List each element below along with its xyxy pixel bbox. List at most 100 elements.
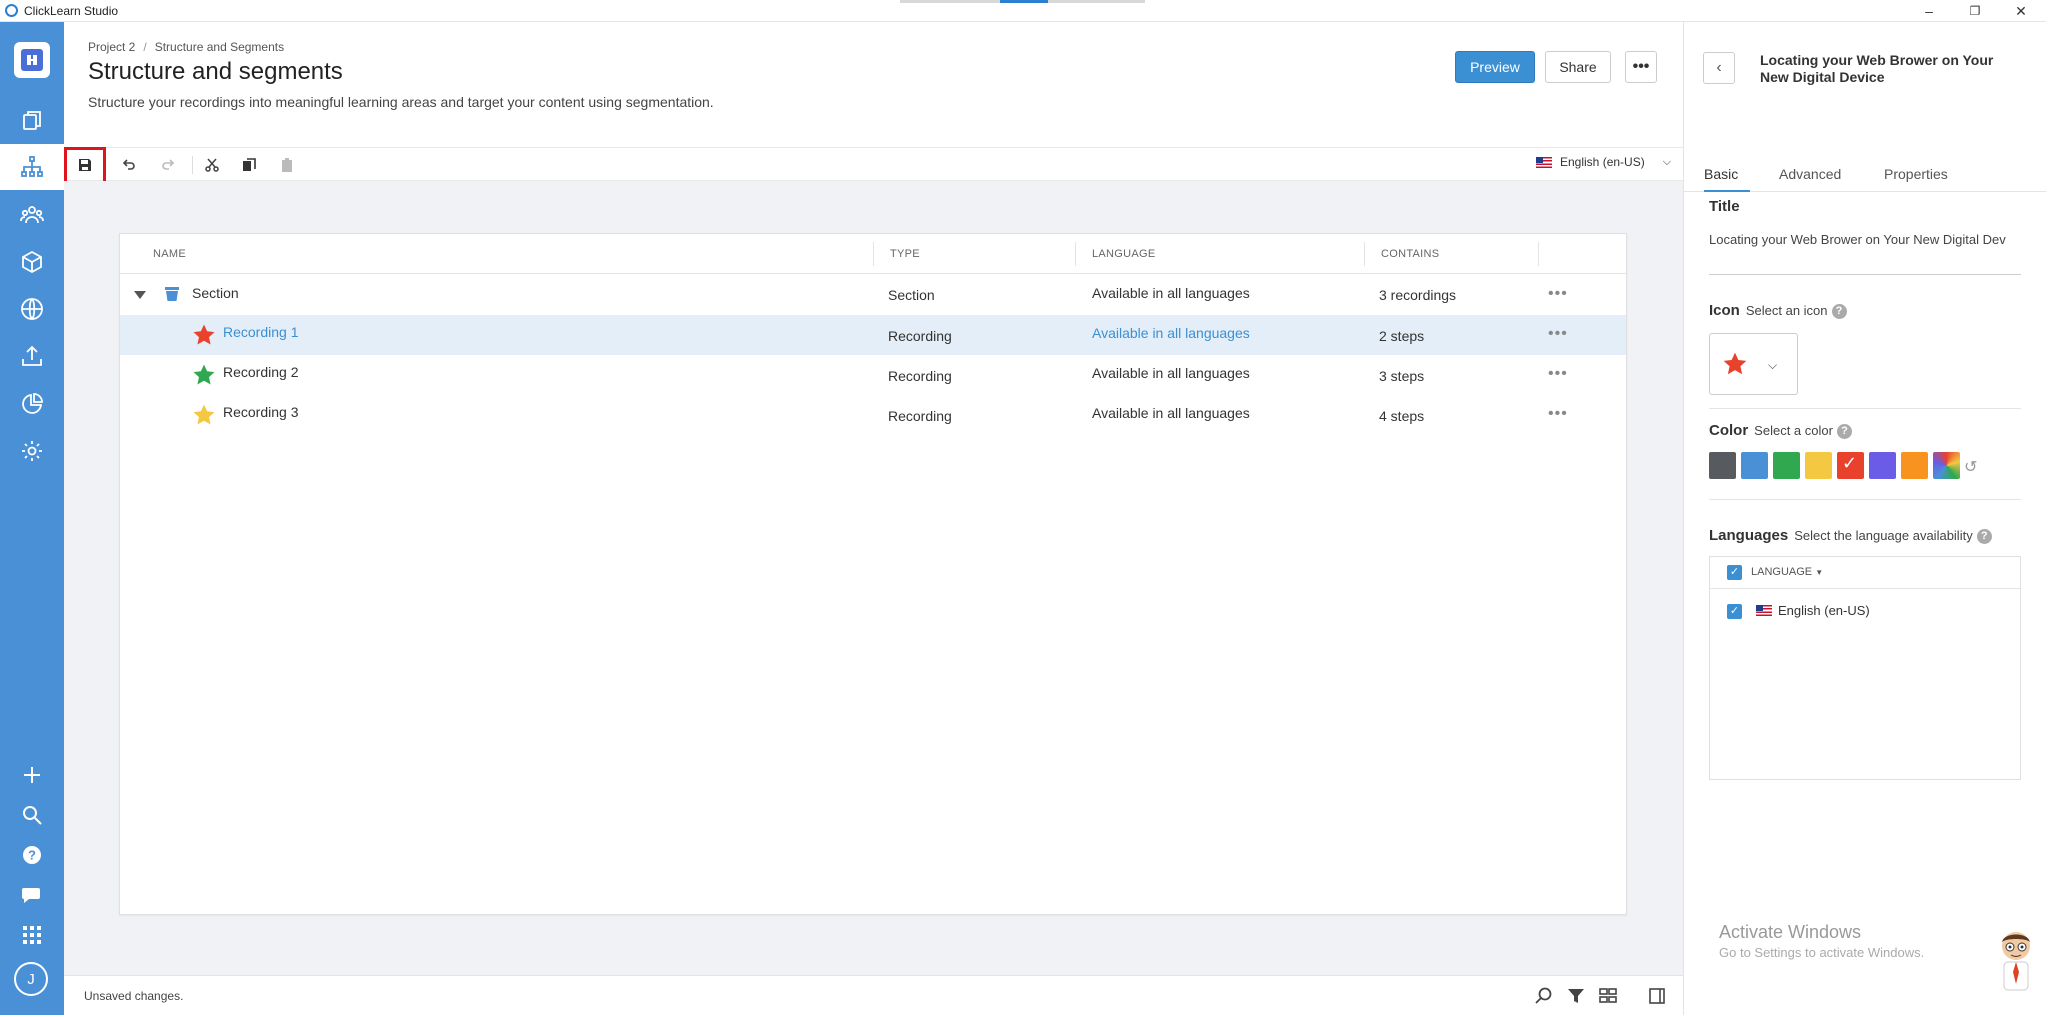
collapse-caret-icon[interactable] [134, 291, 146, 299]
minimize-button[interactable]: – [1906, 0, 1952, 22]
title-input[interactable]: Locating your Web Brower on Your New Dig… [1709, 232, 2019, 247]
color-swatch-blue[interactable] [1741, 452, 1768, 479]
row-contains: 2 steps [1379, 328, 1425, 344]
red-star-icon [1723, 352, 1747, 375]
paste-icon[interactable] [274, 152, 300, 178]
preview-button[interactable]: Preview [1455, 51, 1535, 83]
share-button[interactable]: Share [1545, 51, 1611, 83]
row-type: Recording [888, 368, 952, 384]
icon-hint: Select an icon [1745, 303, 1828, 318]
language-selector[interactable]: English (en-US) ⌵ [1536, 155, 1671, 169]
package-icon[interactable] [0, 239, 64, 285]
publish-icon[interactable] [0, 333, 64, 379]
row-name: Recording 3 [223, 404, 299, 420]
help-icon[interactable]: ? [1831, 303, 1847, 319]
analytics-icon[interactable] [0, 381, 64, 427]
language-checkbox[interactable]: ✓ [1727, 604, 1742, 619]
icon-label: Icon [1709, 302, 1740, 319]
save-icon[interactable] [72, 152, 98, 178]
grid-header: NAME TYPE LANGUAGE CONTAINS [120, 234, 1626, 274]
chevron-left-icon: ‹ [1716, 59, 1722, 76]
help-icon[interactable]: ? [1976, 528, 1992, 544]
restore-button[interactable]: ❐ [1952, 0, 1998, 22]
red-star-icon [193, 324, 215, 345]
page-header: Project 2 / Structure and Segments Structu… [64, 22, 1683, 147]
row-contains: 3 steps [1379, 368, 1425, 384]
tab-advanced[interactable]: Advanced [1779, 166, 1841, 182]
color-section-label: Color Select a color? [1709, 422, 1852, 439]
language-selector-label: English (en-US) [1560, 155, 1645, 169]
app-logo-icon [5, 4, 18, 17]
redo-icon[interactable] [155, 152, 181, 178]
apps-grid-icon[interactable] [0, 912, 64, 958]
toolbar-separator [192, 156, 193, 174]
row-contains: 3 recordings [1379, 287, 1457, 303]
users-icon[interactable] [0, 192, 64, 238]
table-row-section[interactable]: Section Section Available in all languag… [120, 275, 1626, 315]
status-text: Unsaved changes. [84, 989, 184, 1003]
languages-hint: Select the language availability [1794, 528, 1973, 543]
color-swatch-gray[interactable] [1709, 452, 1736, 479]
app-title: ClickLearn Studio [24, 4, 119, 18]
row-menu-button[interactable]: ••• [1548, 325, 1568, 343]
logo-icon [21, 49, 43, 71]
row-contains: 4 steps [1379, 408, 1425, 424]
cut-icon[interactable] [199, 152, 225, 178]
pages-icon[interactable] [0, 97, 64, 143]
more-options-button[interactable]: ••• [1625, 51, 1657, 83]
reset-color-icon[interactable]: ↺ [1964, 457, 1977, 477]
globe-icon[interactable] [0, 286, 64, 332]
column-divider [873, 242, 874, 266]
copy-icon[interactable] [236, 152, 262, 178]
color-swatch-red[interactable] [1837, 452, 1864, 479]
table-row-recording-2[interactable]: Recording 2 Recording Available in all l… [120, 355, 1626, 395]
select-all-checkbox[interactable]: ✓ [1727, 565, 1742, 580]
languages-section-label: Languages Select the language availabilit… [1709, 527, 1992, 544]
column-header-type[interactable]: TYPE [890, 248, 920, 260]
panel-title: Locating your Web Brower on Your New Dig… [1760, 52, 1994, 85]
layout-grid-icon[interactable] [1598, 986, 1618, 1006]
tab-properties[interactable]: Properties [1884, 166, 1948, 182]
row-name: Recording 2 [223, 364, 299, 380]
row-menu-button[interactable]: ••• [1548, 405, 1568, 423]
user-avatar[interactable]: J [14, 962, 48, 996]
color-swatch-green[interactable] [1773, 452, 1800, 479]
row-type: Section [888, 287, 935, 303]
undo-icon[interactable] [116, 152, 142, 178]
home-logo-button[interactable] [14, 42, 50, 78]
breadcrumb-project[interactable]: Project 2 [88, 40, 135, 54]
color-swatch-purple[interactable] [1869, 452, 1896, 479]
row-language[interactable]: Available in all languages [1092, 325, 1250, 341]
close-window-button[interactable]: ✕ [1998, 0, 2044, 22]
chevron-down-icon: ⌵ [1662, 155, 1672, 168]
filter-icon[interactable] [1566, 986, 1586, 1006]
back-button[interactable]: ‹ [1703, 52, 1735, 84]
row-menu-button[interactable]: ••• [1548, 285, 1568, 303]
status-bar: Unsaved changes. [64, 975, 1683, 1015]
assistant-mascot-icon[interactable] [1996, 930, 2036, 992]
properties-panel: ‹ Locating your Web Brower on Your New D… [1683, 22, 2046, 1015]
color-swatch-yellow[interactable] [1805, 452, 1832, 479]
help-icon[interactable]: ? [1836, 423, 1852, 439]
panel-tabs: Basic Advanced Properties [1684, 142, 2046, 192]
structure-icon[interactable] [0, 144, 64, 190]
search-icon[interactable] [1534, 986, 1554, 1006]
column-header-contains[interactable]: CONTAINS [1381, 248, 1439, 260]
color-swatch-orange[interactable] [1901, 452, 1928, 479]
column-header-name[interactable]: NAME [153, 248, 186, 260]
icon-picker[interactable]: ⌵ [1709, 333, 1798, 395]
left-nav-rail: ? J [0, 22, 64, 1015]
table-row-recording-1[interactable]: Recording 1 Recording Available in all l… [120, 315, 1626, 355]
page-subtitle: Structure your recordings into meaningfu… [88, 94, 714, 110]
toggle-panel-icon[interactable] [1647, 986, 1667, 1006]
settings-icon[interactable] [0, 428, 64, 474]
color-hint: Select a color [1754, 423, 1833, 438]
row-language: Available in all languages [1092, 405, 1250, 421]
row-menu-button[interactable]: ••• [1548, 365, 1568, 383]
tab-basic[interactable]: Basic [1704, 166, 1738, 182]
language-column-header[interactable]: LANGUAGE ▼ [1751, 566, 1823, 578]
activate-windows-watermark: Activate Windows Go to Settings to activ… [1719, 922, 1924, 960]
color-swatch-custom[interactable] [1933, 452, 1960, 479]
column-header-language[interactable]: LANGUAGE [1092, 248, 1156, 260]
table-row-recording-3[interactable]: Recording 3 Recording Available in all l… [120, 395, 1626, 435]
